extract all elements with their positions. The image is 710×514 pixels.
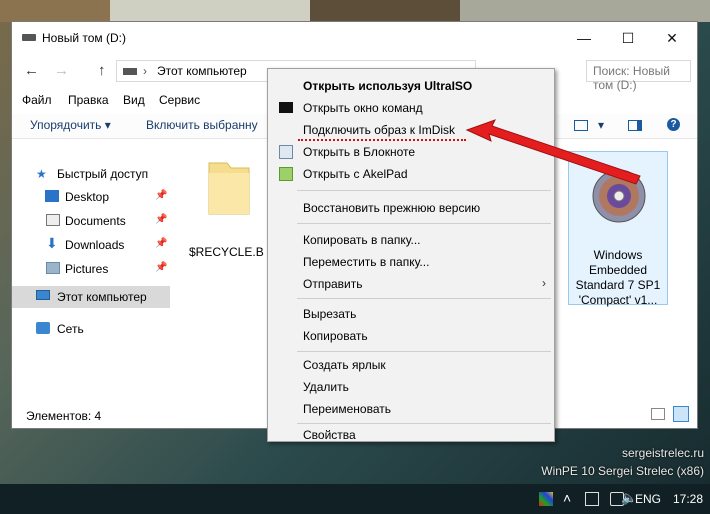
network-tray-icon[interactable]	[585, 492, 599, 506]
clock[interactable]: 17:28	[673, 492, 703, 506]
color-app-icon[interactable]	[539, 492, 553, 506]
chevron-up-icon[interactable]: ˄	[563, 490, 571, 506]
taskbar: ˄ 🔈 ENG 17:28	[0, 484, 710, 514]
annotation-arrow	[465, 119, 641, 185]
watermark-site: sergeistrelec.ru	[621, 446, 704, 460]
watermark-build: WinPE 10 Sergei Strelec (x86)	[541, 464, 704, 478]
language-indicator[interactable]: ENG	[635, 492, 661, 506]
